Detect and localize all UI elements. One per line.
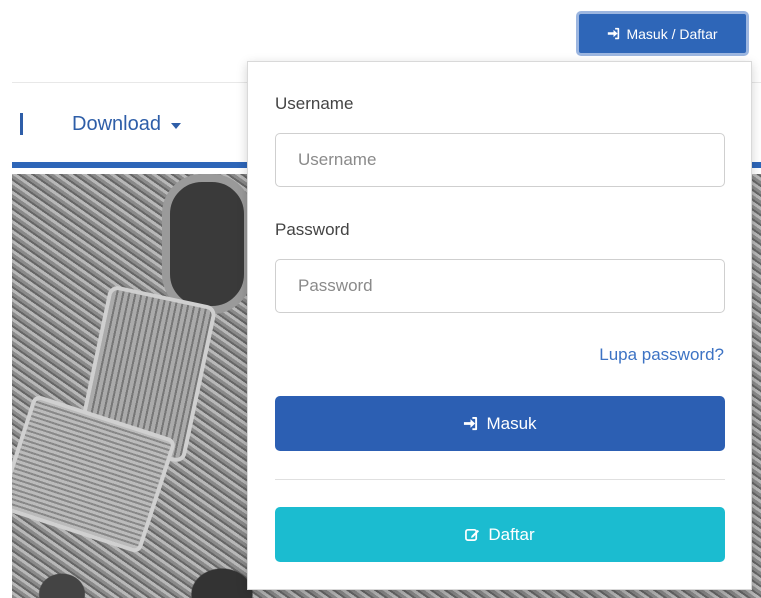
login-dropdown-panel: Username Password Lupa password? Masuk D…: [247, 61, 752, 590]
login-register-toggle-button[interactable]: Masuk / Daftar: [576, 11, 749, 56]
forgot-password-link[interactable]: Lupa password?: [599, 345, 724, 365]
register-button-label: Daftar: [488, 524, 535, 544]
password-input[interactable]: [275, 259, 725, 313]
login-button[interactable]: Masuk: [275, 396, 725, 451]
divider: [275, 479, 725, 480]
sign-in-icon: [608, 27, 620, 40]
login-register-toggle-label: Masuk / Daftar: [626, 25, 718, 42]
register-button[interactable]: Daftar: [275, 507, 725, 562]
username-label: Username: [275, 94, 354, 113]
nav-item-partial[interactable]: [20, 113, 23, 135]
login-button-label: Masuk: [486, 413, 537, 433]
nav-item-download[interactable]: Download: [72, 113, 181, 136]
password-label: Password: [275, 220, 350, 239]
hero-image-pot-shape: [162, 174, 252, 314]
nav-download-label: Download: [72, 113, 161, 135]
caret-down-icon: [170, 122, 181, 129]
sign-in-icon: [464, 416, 478, 431]
edit-icon: [465, 528, 480, 541]
username-input[interactable]: [275, 133, 725, 187]
